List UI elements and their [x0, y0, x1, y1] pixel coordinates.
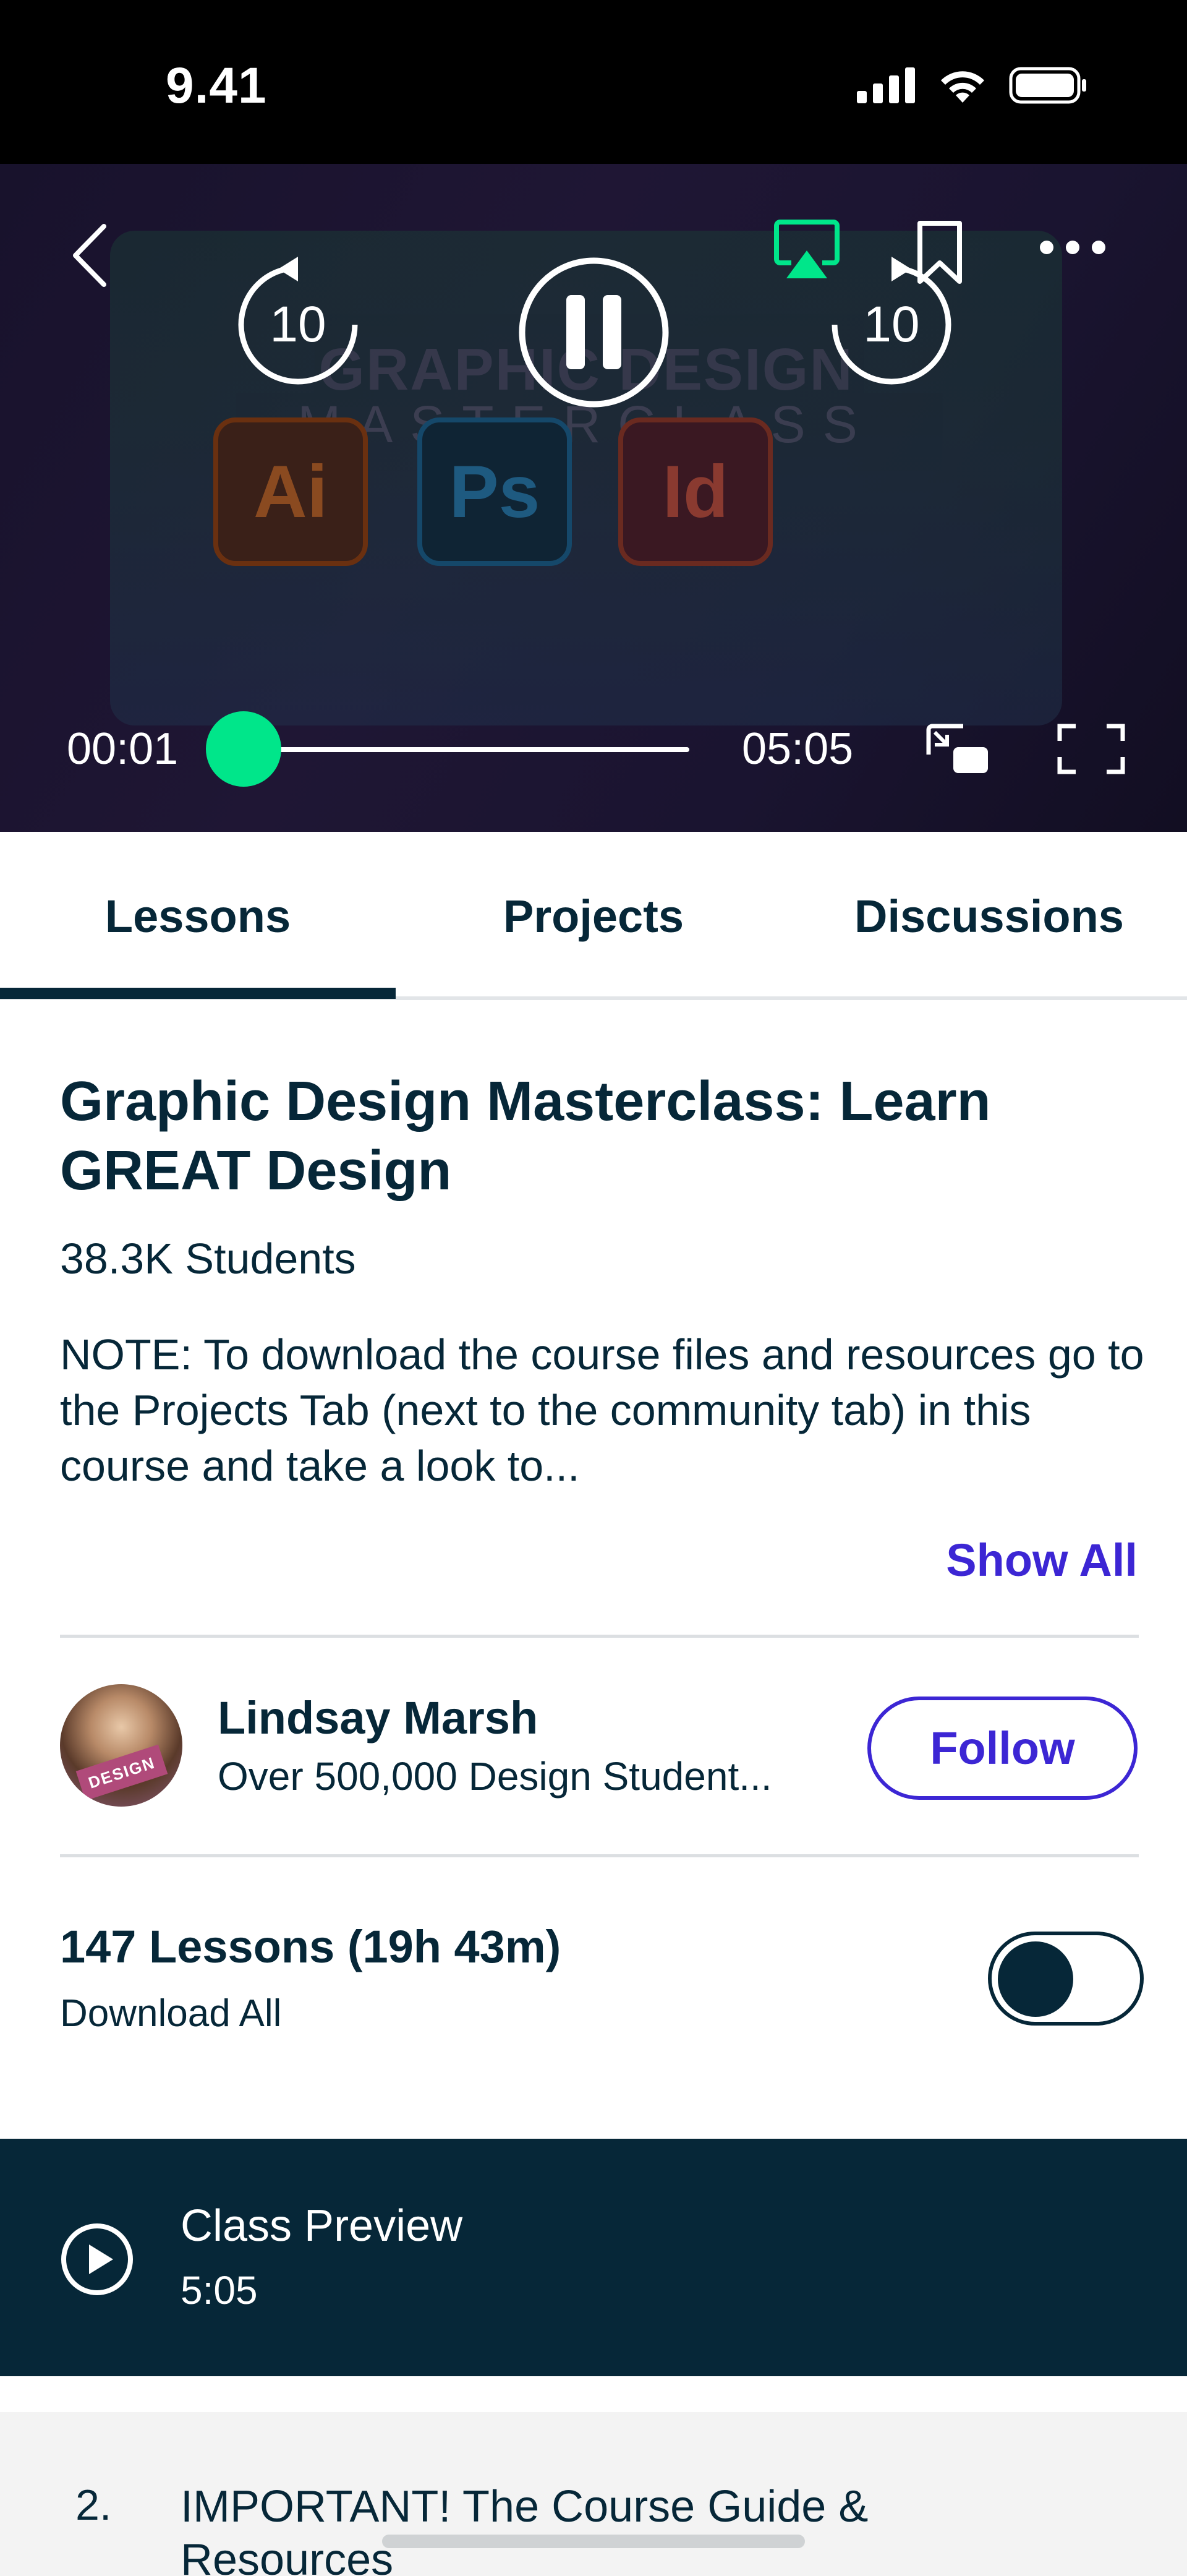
wifi-icon	[941, 71, 984, 103]
course-description: NOTE: To download the course files and r…	[60, 1330, 1144, 1490]
rewind-label: 10	[270, 296, 326, 353]
illustrator-tile: Ai	[213, 417, 368, 566]
indesign-tile: Id	[618, 417, 773, 566]
active-tab-indicator	[0, 988, 396, 999]
picture-in-picture-icon[interactable]	[926, 722, 990, 776]
tab-lessons[interactable]: Lessons	[0, 832, 396, 1000]
instructor-avatar[interactable]: DESIGN	[60, 1684, 182, 1807]
play-icon	[61, 2223, 133, 2295]
course-title: Graphic Design Masterclass: Learn GREAT …	[60, 1071, 991, 1202]
lesson-item-active[interactable]: Class Preview 5:05	[0, 2139, 1187, 2376]
tab-bar: Lessons Projects Discussions	[0, 832, 1187, 1000]
status-icons	[857, 67, 1088, 104]
download-all-label: Download All	[60, 1992, 282, 2035]
student-count: 38.3K Students	[60, 1235, 356, 1283]
toggle-knob	[998, 1941, 1073, 2017]
download-all-toggle[interactable]	[988, 1932, 1144, 2026]
forward-10-button[interactable]: 10	[823, 257, 959, 393]
lesson-title: IMPORTANT! The Course Guide & Resources	[181, 2482, 869, 2576]
pause-icon	[519, 257, 669, 408]
follow-button[interactable]: Follow	[867, 1697, 1138, 1800]
avatar-badge: DESIGN	[75, 1744, 168, 1801]
instructor-subtitle: Over 500,000 Design Student...	[218, 1754, 772, 1799]
status-time: 9.41	[166, 58, 267, 114]
photoshop-tile: Ps	[417, 417, 572, 566]
forward-label: 10	[863, 296, 920, 353]
back-icon[interactable]	[68, 221, 111, 289]
signal-icon	[857, 67, 915, 103]
lesson-duration: 5:05	[181, 2268, 258, 2313]
battery-icon	[1009, 67, 1086, 104]
divider	[60, 1635, 1139, 1638]
tab-discussions[interactable]: Discussions	[791, 832, 1187, 1000]
show-all-link[interactable]: Show All	[946, 1534, 1138, 1586]
fullscreen-icon[interactable]	[1057, 722, 1125, 776]
instructor-name[interactable]: Lindsay Marsh	[218, 1692, 538, 1744]
status-bar: 9.41	[0, 0, 1187, 164]
pause-button[interactable]	[518, 257, 670, 408]
current-time: 00:01	[67, 724, 179, 774]
tab-projects[interactable]: Projects	[396, 832, 791, 1000]
lesson-number: 2.	[75, 2481, 112, 2529]
progress-scrubber[interactable]	[206, 711, 281, 787]
total-time: 05:05	[742, 724, 854, 774]
divider	[60, 1854, 1139, 1857]
progress-track[interactable]	[244, 747, 689, 752]
rewind-10-button[interactable]: 10	[230, 257, 366, 393]
lesson-title: Class Preview	[181, 2201, 463, 2251]
more-icon[interactable]	[1039, 238, 1107, 257]
lesson-item[interactable]: 2. IMPORTANT! The Course Guide & Resourc…	[0, 2412, 1187, 2576]
lessons-count: 147 Lessons (19h 43m)	[60, 1921, 561, 1972]
home-indicator	[382, 2535, 805, 2548]
